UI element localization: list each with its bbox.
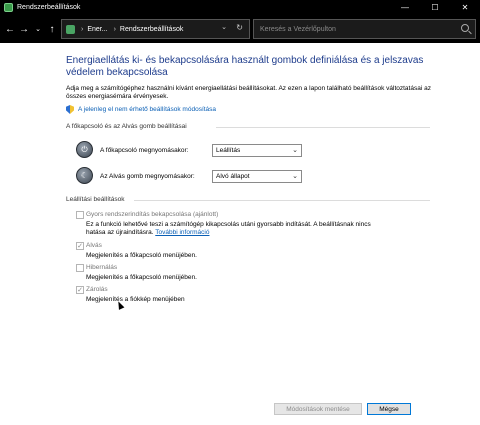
power-button-action-value: Leállítás <box>216 147 241 154</box>
chevron-down-icon: ⌄ <box>292 173 298 180</box>
breadcrumb-item-current[interactable]: Rendszerbeállítások <box>120 26 183 33</box>
control-panel-app-icon <box>4 3 13 12</box>
uac-shield-icon <box>66 105 74 114</box>
lock-checkbox[interactable]: ✓ <box>76 286 84 294</box>
search-icon <box>461 24 469 32</box>
power-button-action-select[interactable]: Leállítás ⌄ <box>212 144 302 157</box>
control-panel-icon <box>66 24 75 34</box>
breadcrumb-separator-icon: › <box>81 25 84 33</box>
address-bar[interactable]: › Ener... › Rendszerbeállítások ⌄ ↻ <box>61 19 250 39</box>
search-input[interactable]: Keresés a Vezérlőpulton <box>253 19 476 39</box>
cancel-button[interactable]: Mégse <box>367 403 411 415</box>
window-title: Rendszerbeállítások <box>17 4 81 11</box>
refresh-icon[interactable]: ↻ <box>236 23 243 32</box>
page-title: Energiaellátás ki- és bekapcsolására has… <box>66 55 424 78</box>
power-button-icon: ⏻ <box>76 141 93 158</box>
sleep-option-label: Alvás <box>86 242 102 249</box>
lock-option-description: Megjelenítés a fiókkép menüjében <box>86 296 185 303</box>
sleep-button-icon: ☾ <box>76 167 93 184</box>
group-divider <box>134 200 430 201</box>
lock-option-label: Zárolás <box>86 286 108 293</box>
fast-startup-label: Gyors rendszerindítás bekapcsolása (aján… <box>86 211 219 218</box>
sleep-option-description: Megjelenítés a főkapcsoló menüjében. <box>86 252 197 259</box>
hibernate-option-description: Megjelenítés a főkapcsoló menüjében. <box>86 274 197 281</box>
forward-arrow-icon[interactable]: → <box>17 24 31 35</box>
power-button-label: A főkapcsoló megnyomásakor: <box>100 147 189 154</box>
hibernate-option-label: Hibernálás <box>86 264 118 271</box>
sleep-checkbox[interactable]: ✓ <box>76 242 84 250</box>
save-changes-button[interactable]: Módosítások mentése <box>274 403 362 415</box>
maximize-button[interactable]: ☐ <box>420 0 450 15</box>
more-info-link[interactable]: További információ <box>155 229 209 236</box>
title-bar: Rendszerbeállítások — ☐ ✕ <box>0 0 480 15</box>
hibernate-checkbox[interactable] <box>76 264 84 272</box>
minimize-button[interactable]: — <box>390 0 420 15</box>
window-controls: — ☐ ✕ <box>390 0 480 15</box>
breadcrumb-item[interactable]: Ener... <box>87 26 107 33</box>
group-divider <box>216 127 430 128</box>
up-arrow-icon[interactable]: ↑ <box>45 24 59 35</box>
fast-startup-description-line: hatása az újraindításra. További informá… <box>86 229 210 236</box>
navigation-bar: ← → ⌄ ↑ › Ener... › Rendszerbeállítások … <box>0 15 480 43</box>
chevron-down-icon: ⌄ <box>292 147 298 154</box>
main-content: Energiaellátás ki- és bekapcsolására has… <box>0 43 480 425</box>
sleep-button-action-value: Alvó állapot <box>216 173 250 180</box>
chevron-down-icon[interactable]: ⌄ <box>221 23 227 31</box>
fast-startup-checkbox[interactable] <box>76 211 84 219</box>
unavailable-settings-link-text[interactable]: A jelenleg el nem érhető beállítások mód… <box>78 106 216 113</box>
search-placeholder: Keresés a Vezérlőpulton <box>260 25 336 33</box>
power-buttons-group-label: A főkapcsoló és az Alvás gomb beállítása… <box>66 123 187 130</box>
fast-startup-description: Ez a funkció lehetővé teszi a számítógép… <box>86 221 416 237</box>
fast-startup-description-line: Ez a funkció lehetővé teszi a számítógép… <box>86 221 371 228</box>
page-description: Adja meg a számítógéphez használni kíván… <box>66 85 431 100</box>
sleep-button-action-select[interactable]: Alvó állapot ⌄ <box>212 170 302 183</box>
sleep-button-label: Az Alvás gomb megnyomásakor: <box>100 173 195 180</box>
recent-locations-icon[interactable]: ⌄ <box>31 25 45 33</box>
back-arrow-icon[interactable]: ← <box>3 24 17 35</box>
unavailable-settings-link[interactable]: A jelenleg el nem érhető beállítások mód… <box>66 105 216 114</box>
close-button[interactable]: ✕ <box>450 0 480 15</box>
breadcrumb-separator-icon: › <box>113 25 116 33</box>
shutdown-settings-group-label: Leállítási beállítások <box>66 196 125 203</box>
